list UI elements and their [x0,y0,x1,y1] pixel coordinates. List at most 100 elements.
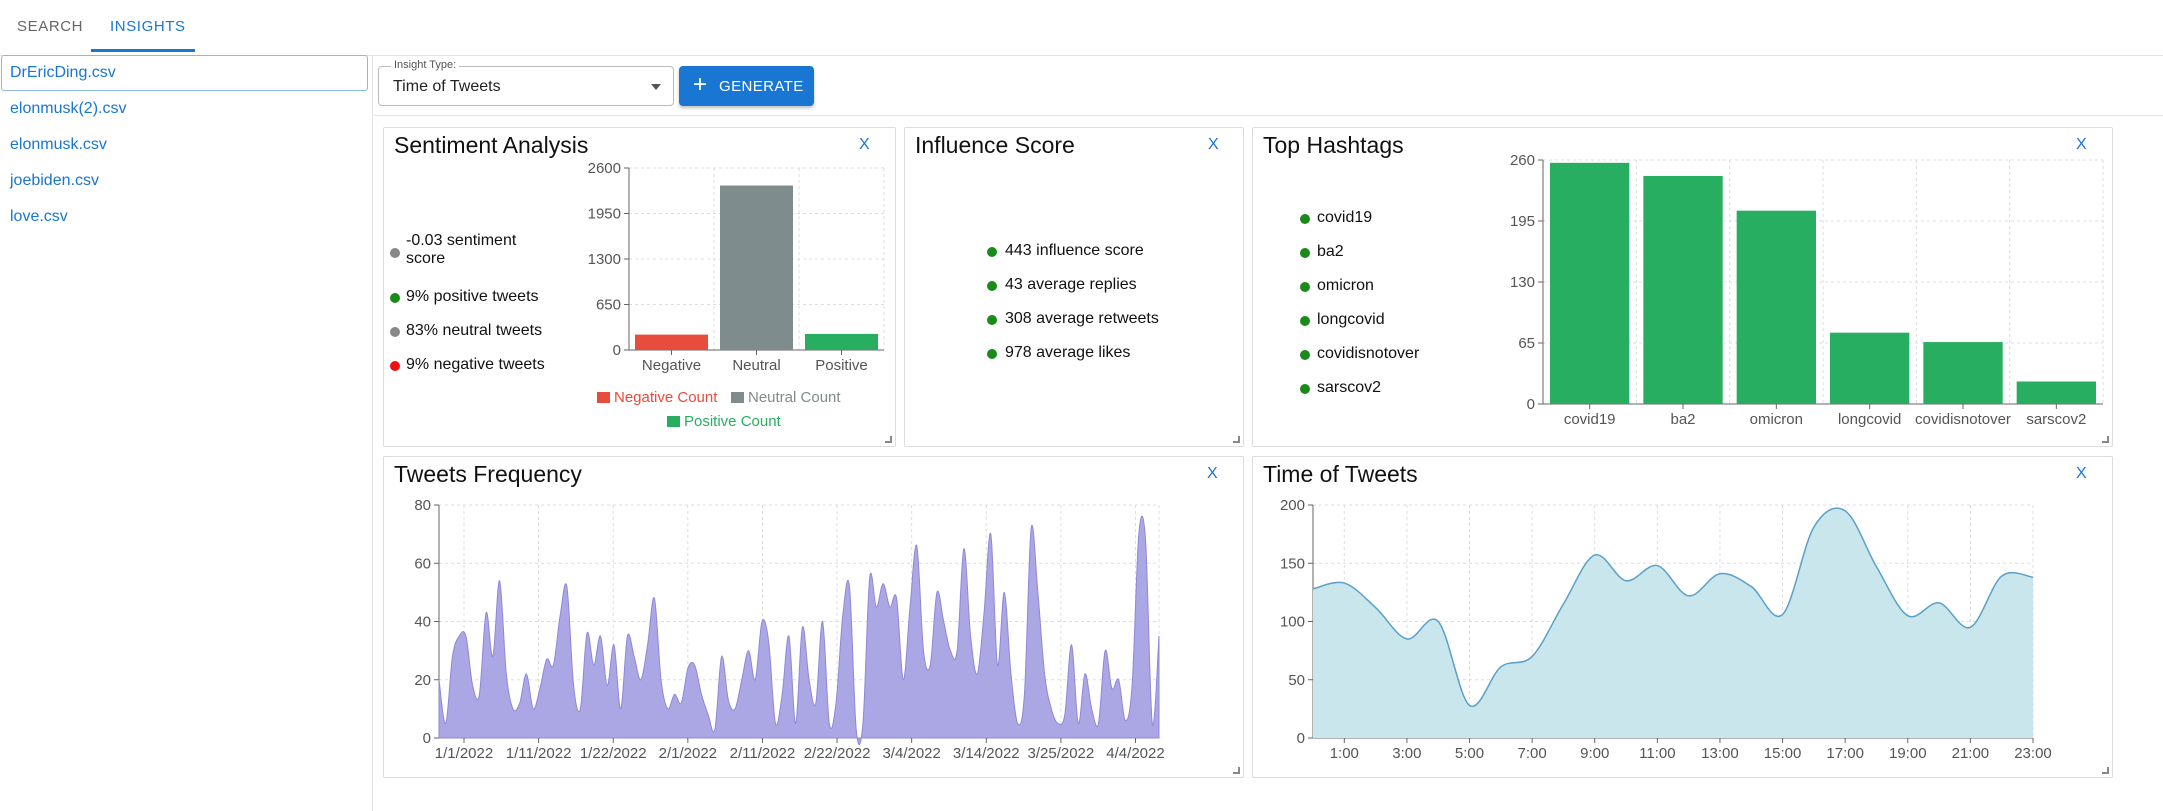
neutral-stat: 83% neutral tweets [406,322,543,339]
legend-label: Positive Count [684,413,782,430]
stat-text: -0.03 sentiment [406,232,517,249]
time-area-chart: 0 50 100 150 200 1:00 3:00 5:00 7:00 9:00 11:00 13:… [1280,497,2052,762]
x-tick-label: 13:00 [1701,745,1739,762]
influence-score-stat: 443 influence score [1005,242,1144,259]
x-tick-label: covidisnotover [1915,411,2011,428]
close-icon[interactable]: X [1207,465,1218,483]
bar [1923,342,2003,404]
status-dot [1300,282,1310,292]
resize-handle[interactable] [1233,767,1240,774]
status-dot [390,361,400,371]
insight-type-select[interactable]: Insight Type: Time of Tweets [378,59,674,106]
panel-title: Time of Tweets [1263,461,1418,487]
bar [1830,332,1910,404]
average-likes-stat: 978 average likes [1005,344,1131,361]
negative-stat: 9% negative tweets [406,356,545,373]
file-item[interactable]: DrEricDing.csv [10,64,116,82]
legend-label: Neutral Count [748,389,841,406]
close-icon[interactable]: X [2076,465,2087,483]
y-tick-label: 200 [1280,497,1305,514]
x-tick-label: 1/22/2022 [580,745,647,762]
status-dot [390,293,400,303]
frequency-panel: Tweets Frequency X 0 20 40 60 80 1/1/2022 1/11… [383,456,1244,778]
x-tick-label: 3/4/2022 [882,745,940,762]
resize-handle[interactable] [1233,436,1240,443]
bar [1643,175,1723,404]
y-tick-label: 1300 [588,251,621,268]
bar [805,333,878,350]
x-tick-label: Positive [815,357,868,374]
x-tick-label: 3:00 [1392,745,1421,762]
x-tick-label: 23:00 [2014,745,2052,762]
top-tab-bar: SEARCH INSIGHTS [0,0,2163,56]
x-tick-label: 7:00 [1518,745,1547,762]
legend-swatch [667,416,680,427]
x-tick-label: 19:00 [1889,745,1927,762]
x-tick-label: 1/1/2022 [435,745,493,762]
status-dot [1300,350,1310,360]
y-tick-label: 2600 [588,160,621,177]
y-tick-label: 650 [596,297,621,314]
hashtag-item: omicron [1317,277,1374,294]
status-dot [390,327,400,337]
status-dot [1300,248,1310,258]
x-tick-label: 21:00 [1952,745,1990,762]
frequency-area-chart: 0 20 40 60 80 1/1/2022 1/11/2022 1/22/2022 2/1/2… [414,497,1164,762]
x-tick-label: sarscov2 [2026,411,2086,428]
status-dot [987,315,997,325]
close-icon[interactable]: X [859,136,870,154]
average-retweets-stat: 308 average retweets [1005,310,1159,327]
status-dot [390,248,400,258]
close-icon[interactable]: X [1208,136,1219,154]
y-tick-label: 100 [1280,614,1305,631]
plus-icon: + [693,71,708,98]
x-tick-label: 3/25/2022 [1028,745,1095,762]
legend-swatch [597,392,610,403]
y-tick-label: 0 [613,342,621,359]
y-tick-label: 130 [1510,274,1535,291]
panel-title: Tweets Frequency [394,461,582,487]
x-tick-label: 2/11/2022 [730,745,796,762]
y-tick-label: 260 [1510,154,1535,169]
status-dot [987,281,997,291]
sentiment-bar-chart: 0 650 1300 1950 2600 Negative Neutral Positive N… [588,160,885,430]
y-tick-label: 1950 [588,206,621,223]
panel-title: Influence Score [915,132,1075,158]
panel-title: Top Hashtags [1263,132,1404,158]
insight-type-value: Time of Tweets [393,78,501,95]
hashtags-panel: Top Hashtags X covid19 ba2 omicron longc… [1252,127,2113,447]
influence-panel: Influence Score X 443 influence score 43… [904,127,1244,447]
x-tick-label: 15:00 [1764,745,1802,762]
area-series [1313,508,2033,738]
x-tick-label: 9:00 [1580,745,1609,762]
y-tick-label: 0 [423,730,431,747]
file-item[interactable]: elonmusk(2).csv [10,100,126,118]
hashtag-item: sarscov2 [1317,379,1382,396]
x-tick-label: omicron [1750,411,1803,428]
tab-insights[interactable]: INSIGHTS [110,18,186,35]
file-item[interactable]: elonmusk.csv [10,136,107,154]
average-replies-stat: 43 average replies [1005,276,1137,293]
stat-text: score [406,250,446,267]
resize-handle[interactable] [2102,436,2109,443]
tab-search[interactable]: SEARCH [17,18,83,35]
file-item[interactable]: joebiden.csv [10,172,99,190]
hashtags-bar-chart: 0 65 130 195 260 covid19 ba2 omicron longcovid co… [1510,154,2104,428]
sentiment-panel: Sentiment Analysis X -0.03 sentiment scor… [383,127,896,447]
y-tick-label: 150 [1280,555,1305,572]
file-item[interactable]: love.csv [10,208,68,226]
x-tick-label: ba2 [1670,411,1695,428]
close-icon[interactable]: X [2076,136,2087,154]
x-tick-label: Negative [642,357,701,374]
status-dot [1300,384,1310,394]
file-sidebar: DrEricDing.csv elonmusk(2).csv elonmusk.… [0,55,373,811]
positive-stat: 9% positive tweets [406,288,539,305]
generate-label: GENERATE [719,78,804,95]
insight-type-label: Insight Type: [391,59,460,71]
x-tick-label: 1:00 [1330,745,1359,762]
x-tick-label: 2/1/2022 [659,745,717,762]
generate-button[interactable]: + GENERATE [679,66,814,106]
y-tick-label: 40 [414,614,431,631]
y-tick-label: 65 [1518,335,1535,352]
resize-handle[interactable] [2102,767,2109,774]
